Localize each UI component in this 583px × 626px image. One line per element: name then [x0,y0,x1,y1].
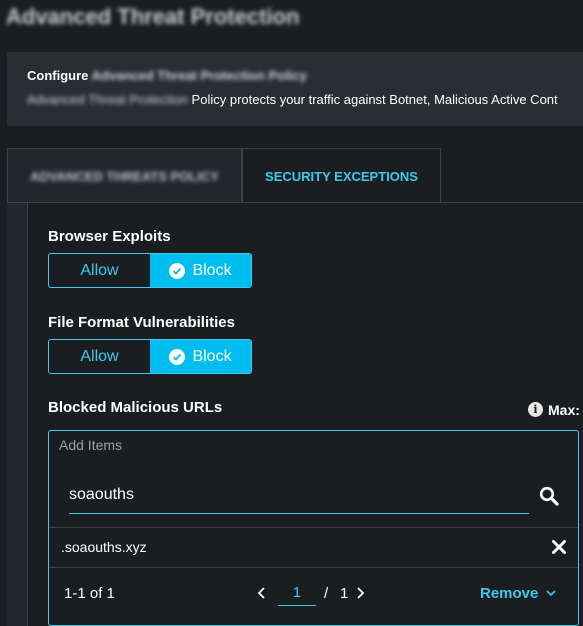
policy-name: Advanced Threat Protection Policy [91,68,307,83]
check-circle-icon [169,262,186,279]
tab-advanced-threats[interactable]: ADVANCED THREATS POLICY [7,148,242,203]
max-label: Max: [548,402,580,418]
configure-prefix: Configure [27,68,89,83]
block-label: Block [192,347,232,365]
policy-description: Advanced Threat Protection Policy protec… [27,92,558,107]
tab-security-exceptions[interactable]: SECURITY EXCEPTIONS [242,148,441,203]
pagination-total: 1 [340,585,349,602]
remove-label: Remove [480,585,539,602]
blocked-urls-label: Blocked Malicious URLs [48,399,223,416]
divider [49,567,578,568]
block-label: Block [192,261,232,279]
search-icon[interactable] [539,486,559,506]
chevron-down-icon [545,590,556,597]
pagination-separator: / [324,585,329,602]
check-circle-icon [169,348,186,365]
policy-info-box: Configure Advanced Threat Protection Pol… [7,52,583,126]
divider [49,527,578,528]
list-item: .soaouths.xyz [61,539,147,555]
remove-button[interactable]: Remove [480,585,557,602]
browser-exploits-toggle: Allow Block [48,253,252,288]
pagination-count: 1-1 of 1 [64,585,115,602]
info-icon[interactable]: i [528,402,543,417]
chevron-right-icon[interactable] [355,586,365,600]
browser-exploits-label: Browser Exploits [48,228,171,245]
blocked-urls-box: Add Items .soaouths.xyz 1-1 of 1 / 1 Rem… [48,430,579,626]
file-format-label: File Format Vulnerabilities [48,314,235,331]
file-format-allow-button[interactable]: Allow [49,340,150,373]
allow-label: Allow [80,347,119,365]
page-title: Advanced Threat Protection [6,4,300,29]
tab-advanced-threats-label: ADVANCED THREATS POLICY [30,168,219,184]
page-number-input[interactable] [278,580,316,606]
configure-line: Configure Advanced Threat Protection Pol… [27,68,307,83]
file-format-block-button[interactable]: Block [150,340,251,373]
browser-exploits-allow-button[interactable]: Allow [49,254,150,287]
tab-bar: ADVANCED THREATS POLICY SECURITY EXCEPTI… [7,148,583,203]
browser-exploits-block-button[interactable]: Block [150,254,251,287]
search-field [69,477,529,514]
file-format-toggle: Allow Block [48,339,252,374]
chevron-left-icon[interactable] [257,586,267,600]
allow-label: Allow [80,261,119,279]
add-items-placeholder: Add Items [59,437,123,453]
search-input[interactable] [69,483,499,507]
policy-desc-text: Policy protects your traffic against Bot… [191,92,558,107]
tab-security-exceptions-label: SECURITY EXCEPTIONS [265,168,418,184]
policy-desc-prefix: Advanced Threat Protection [27,92,188,107]
close-icon[interactable] [552,540,566,554]
